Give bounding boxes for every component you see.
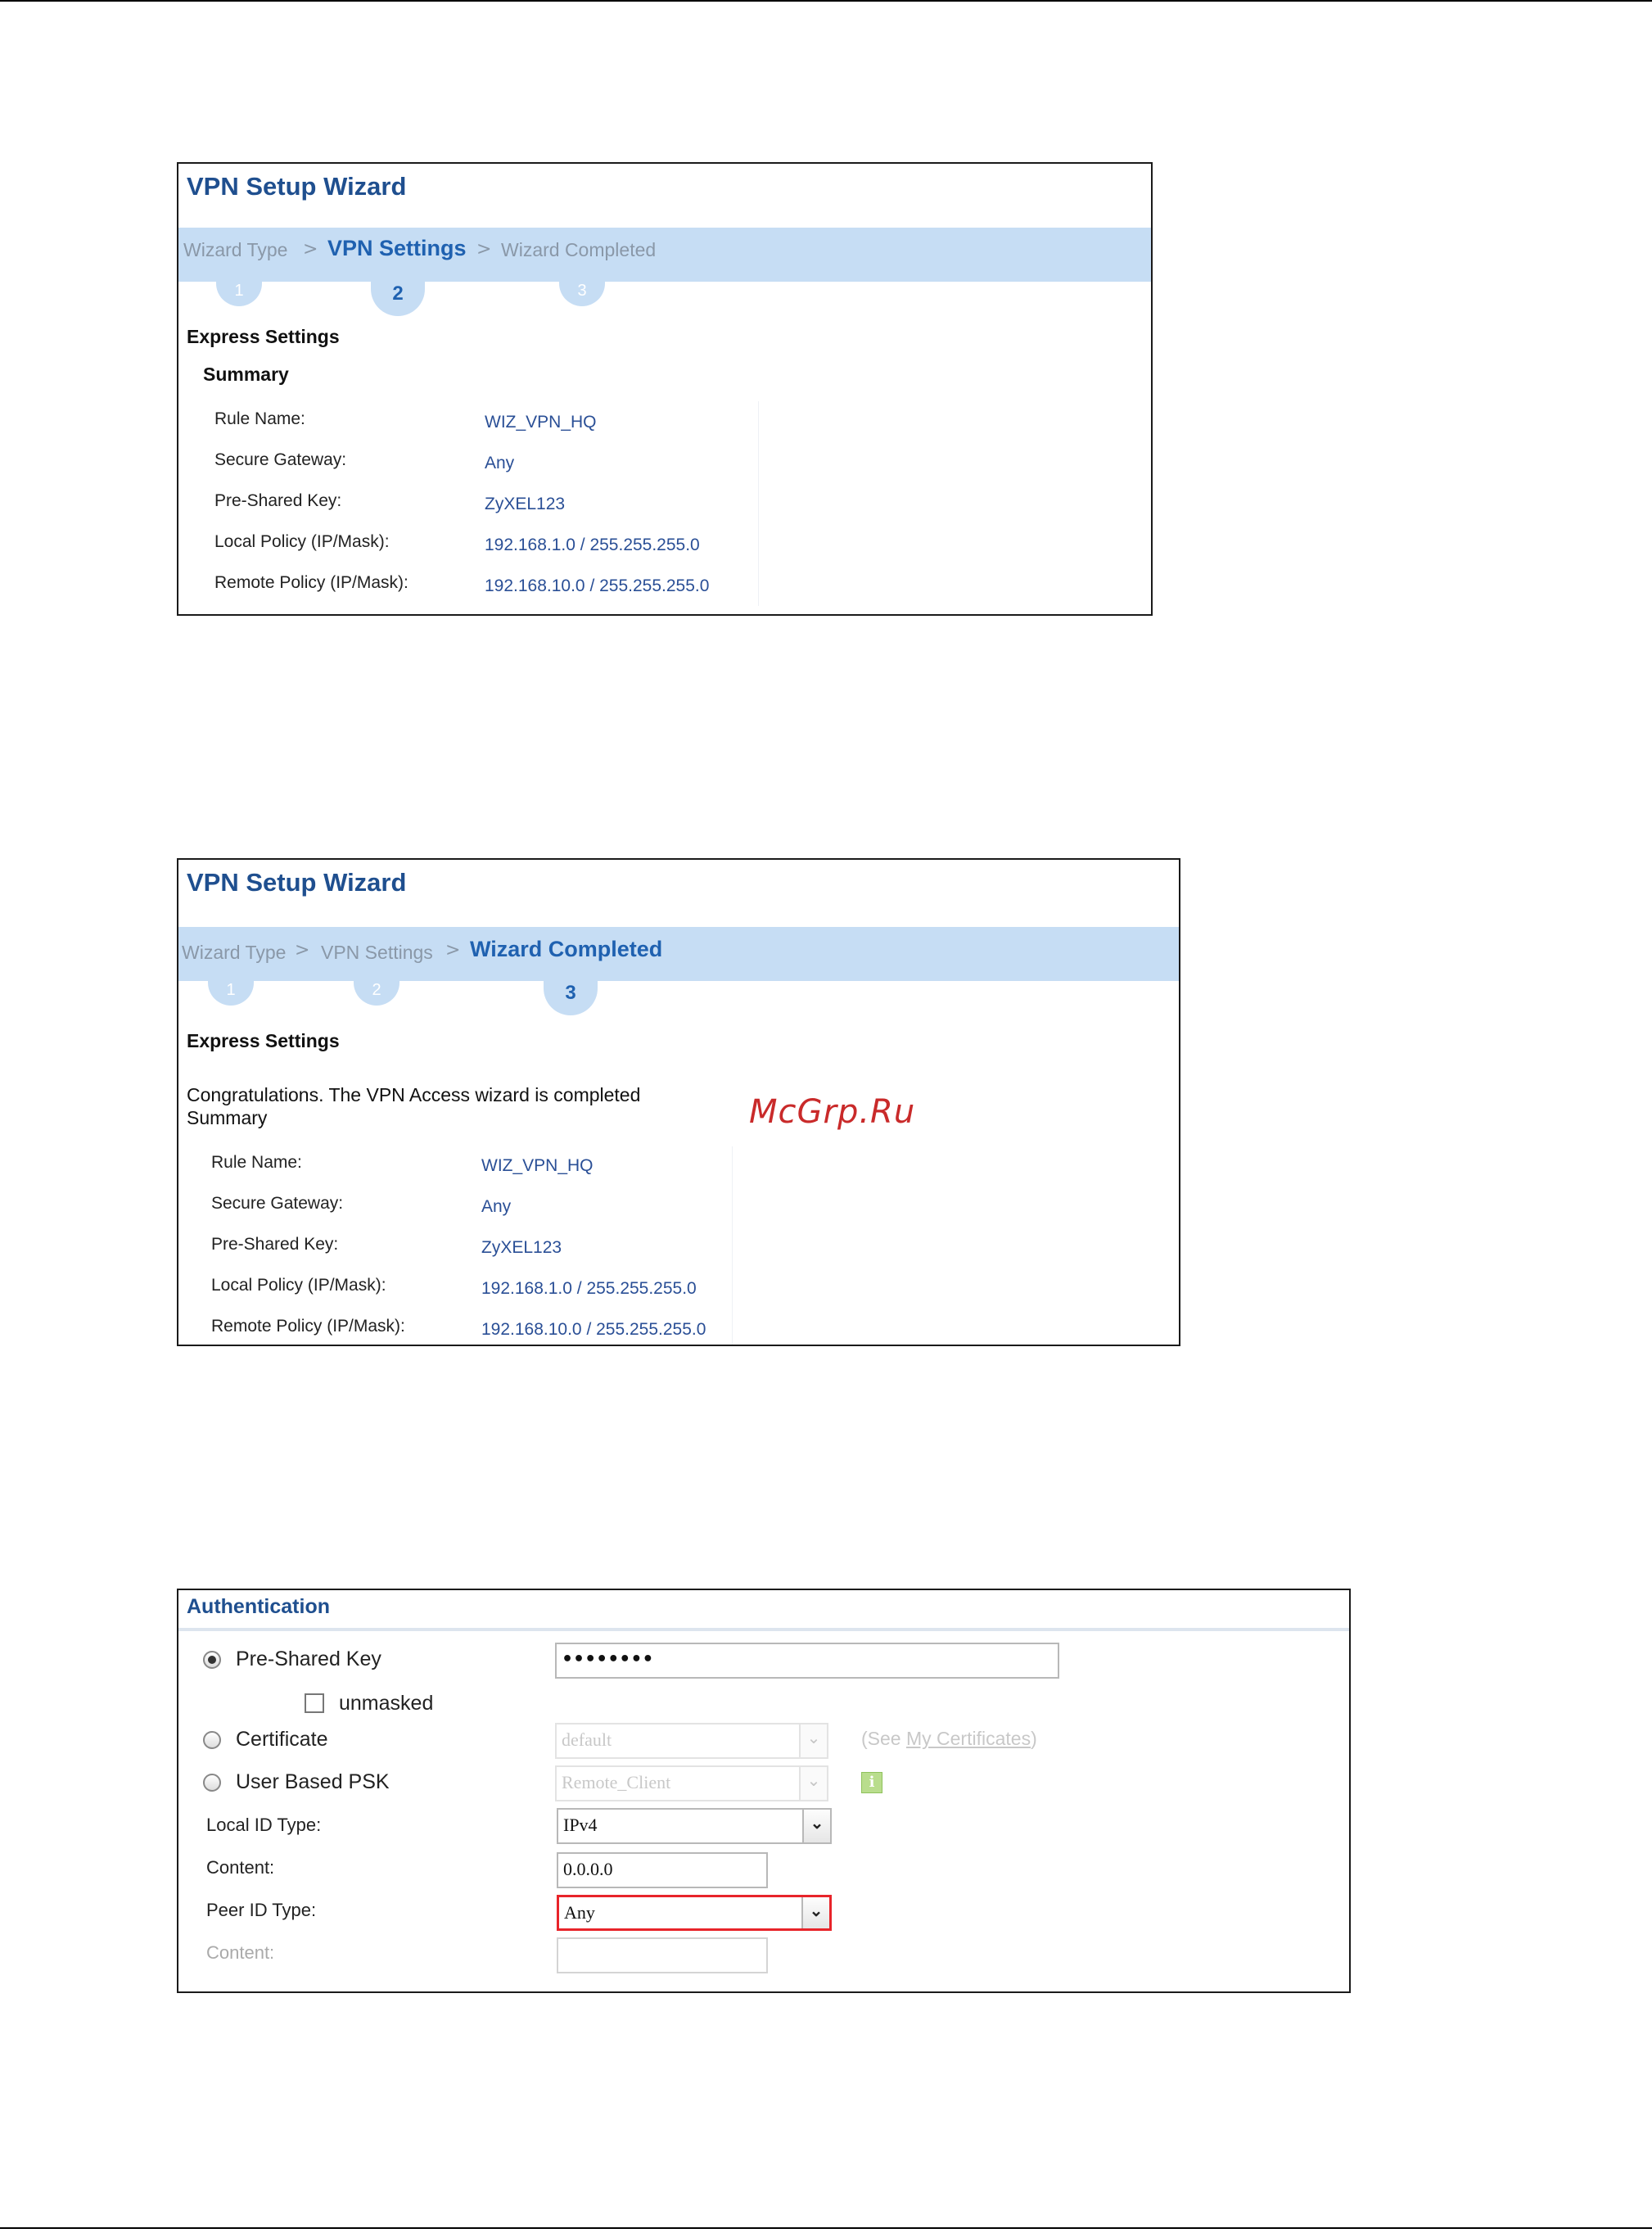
chevron-down-icon: ⌄: [799, 1724, 827, 1757]
vpn-wizard-settings-panel: VPN Setup Wizard Wizard Type > VPN Setti…: [177, 162, 1153, 616]
certificate-label: Certificate: [236, 1728, 328, 1751]
congratulations-text: Congratulations. The VPN Access wizard i…: [187, 1084, 641, 1105]
chevron-right-icon: >: [303, 239, 318, 260]
local-policy-value: 192.168.1.0 / 255.255.255.0: [485, 536, 700, 554]
remote-policy-value: 192.168.10.0 / 255.255.255.0: [485, 576, 710, 595]
rule-name-value: WIZ_VPN_HQ: [485, 413, 597, 432]
see-my-certificates-text: (See My Certificates): [861, 1728, 1037, 1750]
remote-policy-value: 192.168.10.0 / 255.255.255.0: [481, 1320, 706, 1339]
step-number-3: 3: [559, 282, 605, 306]
panel-title: VPN Setup Wizard: [187, 172, 407, 201]
pre-shared-key-input[interactable]: ••••••••: [555, 1643, 1059, 1679]
pre-shared-key-value: ZyXEL123: [485, 495, 566, 513]
remote-policy-label: Remote Policy (IP/Mask):: [214, 573, 408, 592]
step-vpn-settings: VPN Settings: [327, 236, 467, 260]
step-wizard-completed: Wizard Completed: [501, 239, 657, 260]
step-vpn-settings: VPN Settings: [321, 942, 433, 963]
authentication-panel: Authentication Pre-Shared Key •••••••• u…: [177, 1589, 1351, 1993]
content-label: Content:: [206, 1857, 275, 1878]
pre-shared-key-radio[interactable]: [203, 1651, 221, 1669]
remote-policy-label: Remote Policy (IP/Mask):: [211, 1317, 405, 1336]
express-settings-heading: Express Settings: [187, 326, 340, 347]
summary-table-divider: [758, 401, 759, 606]
content-value: 0.0.0.0: [563, 1859, 613, 1879]
step-number-1: 1: [208, 981, 254, 1006]
chevron-right-icon: >: [476, 239, 492, 260]
express-settings-heading: Express Settings: [187, 1030, 340, 1051]
rule-name-label: Rule Name:: [211, 1153, 302, 1172]
summary-heading: Summary: [203, 364, 289, 385]
local-id-type-label: Local ID Type:: [206, 1815, 322, 1835]
user-based-psk-select[interactable]: Remote_Client ⌄: [555, 1765, 828, 1801]
unmasked-checkbox[interactable]: [305, 1693, 324, 1713]
chevron-down-icon: ⌄: [802, 1810, 830, 1842]
wizard-step-bar: Wizard Type > VPN Settings > Wizard Comp…: [178, 228, 1151, 282]
step-number-2: 2: [354, 981, 399, 1006]
chevron-down-icon: ⌄: [801, 1897, 829, 1928]
pre-shared-key-label: Pre-Shared Key:: [214, 491, 342, 510]
unmasked-label: unmasked: [339, 1692, 434, 1715]
secure-gateway-label: Secure Gateway:: [211, 1194, 344, 1213]
rule-name-label: Rule Name:: [214, 409, 305, 428]
authentication-header: Authentication: [178, 1590, 1349, 1631]
pre-shared-key-label: Pre-Shared Key:: [211, 1235, 339, 1254]
local-policy-label: Local Policy (IP/Mask):: [214, 532, 390, 551]
pre-shared-key-label: Pre-Shared Key: [236, 1648, 381, 1670]
my-certificates-link[interactable]: My Certificates: [906, 1728, 1031, 1749]
user-based-psk-radio[interactable]: [203, 1774, 221, 1792]
local-policy-label: Local Policy (IP/Mask):: [211, 1276, 386, 1295]
chevron-right-icon: >: [445, 940, 461, 961]
certificate-select-value: default: [562, 1729, 612, 1750]
secure-gateway-value: Any: [481, 1197, 512, 1216]
info-icon[interactable]: i: [861, 1772, 882, 1793]
step-number-3: 3: [544, 981, 598, 1015]
secure-gateway-label: Secure Gateway:: [214, 450, 347, 469]
local-id-type-select[interactable]: IPv4 ⌄: [557, 1808, 832, 1844]
step-wizard-completed: Wizard Completed: [470, 937, 663, 961]
summary-heading: Summary: [187, 1107, 268, 1128]
chevron-right-icon: >: [295, 940, 310, 961]
secure-gateway-value: Any: [485, 454, 515, 472]
user-based-psk-select-value: Remote_Client: [562, 1772, 671, 1792]
pre-shared-key-value: ZyXEL123: [481, 1238, 562, 1257]
local-policy-value: 192.168.1.0 / 255.255.255.0: [481, 1279, 697, 1298]
user-based-psk-label: User Based PSK: [236, 1770, 390, 1793]
rule-name-value: WIZ_VPN_HQ: [481, 1156, 594, 1175]
peer-content-label: Content:: [206, 1942, 275, 1963]
peer-id-type-label: Peer ID Type:: [206, 1900, 317, 1920]
summary-table-divider: [732, 1146, 733, 1345]
step-number-1: 1: [216, 282, 262, 306]
panel-title: VPN Setup Wizard: [187, 868, 407, 897]
step-number-2: 2: [371, 282, 425, 316]
chevron-down-icon: ⌄: [799, 1767, 827, 1800]
page-bottom-rule: [0, 2227, 1652, 2229]
watermark-text: McGrp.Ru: [749, 1093, 916, 1131]
content-input[interactable]: 0.0.0.0: [557, 1852, 768, 1888]
local-id-type-value: IPv4: [563, 1815, 598, 1835]
see-suffix: ): [1031, 1728, 1037, 1749]
vpn-wizard-completed-panel: VPN Setup Wizard Wizard Type > VPN Setti…: [177, 858, 1180, 1346]
certificate-radio[interactable]: [203, 1731, 221, 1749]
certificate-select[interactable]: default ⌄: [555, 1723, 828, 1759]
peer-content-input[interactable]: [557, 1937, 768, 1973]
pre-shared-key-value: ••••••••: [562, 1649, 654, 1670]
peer-id-type-value: Any: [564, 1902, 595, 1923]
page-top-rule: [0, 0, 1652, 2]
step-wizard-type: Wizard Type: [182, 942, 287, 963]
authentication-title: Authentication: [187, 1595, 330, 1618]
wizard-step-bar: Wizard Type > VPN Settings > Wizard Comp…: [178, 927, 1179, 981]
peer-id-type-select[interactable]: Any ⌄: [557, 1895, 832, 1931]
see-prefix: (See: [861, 1728, 906, 1749]
step-wizard-type: Wizard Type: [183, 239, 288, 260]
